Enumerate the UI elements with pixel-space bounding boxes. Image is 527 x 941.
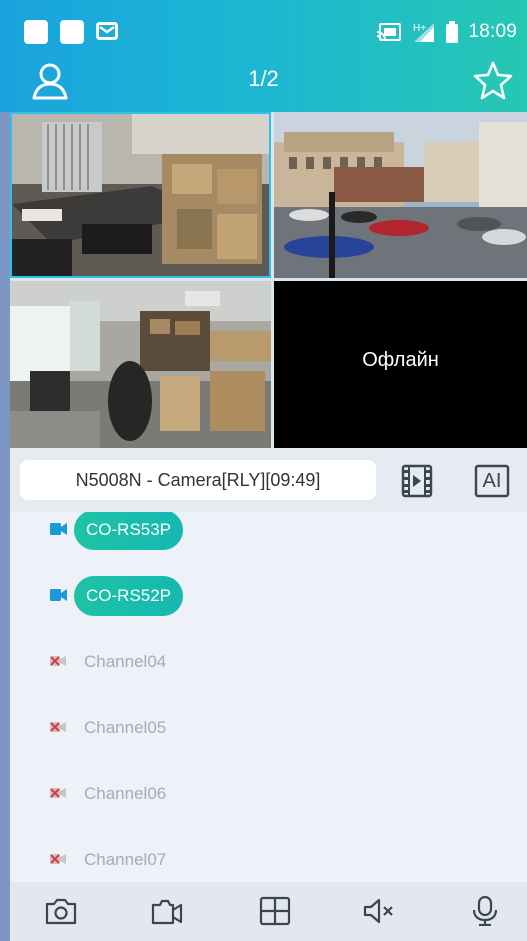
offline-label: Офлайн: [362, 349, 439, 371]
left-edge: [0, 112, 10, 941]
camera-name-field[interactable]: N5008N - Camera[RLY][09:49]: [20, 460, 376, 500]
channel-row[interactable]: Channel07: [10, 840, 527, 880]
camera-tile-1[interactable]: [10, 112, 271, 278]
camera-tile-3[interactable]: [10, 281, 271, 448]
camera-offline-icon: [50, 722, 66, 732]
channel-label: CO-RS53P: [74, 512, 184, 550]
channel-row[interactable]: Channel05: [10, 708, 527, 748]
status-bar: H+ 18:09: [0, 0, 527, 54]
camera-feed-office: [12, 114, 269, 276]
battery-icon: [446, 21, 459, 43]
channel-row[interactable]: CO-RS52P: [10, 576, 527, 616]
video-camera-icon: [50, 523, 67, 535]
camera-control-bar: N5008N - Camera[RLY][09:49] AI: [10, 448, 527, 512]
channel-label: Channel06: [84, 784, 167, 803]
top-bar: 1/2: [0, 54, 527, 112]
channel-list: CO-RS53P CO-RS52P Channel04 Channel05 Ch…: [10, 512, 527, 882]
page-indicator: 1/2: [248, 66, 279, 91]
star-icon[interactable]: [473, 60, 513, 100]
bottom-toolbar: [10, 882, 527, 941]
channel-row[interactable]: CO-RS53P: [10, 512, 527, 550]
camera-feed-office-windows: [10, 281, 271, 448]
channel-row[interactable]: Channel04: [10, 642, 527, 682]
channel-label: CO-RS52P: [74, 576, 184, 616]
ai-button[interactable]: AI: [474, 464, 510, 498]
camera-grid: Офлайн: [10, 112, 527, 448]
camera-offline-icon: [50, 788, 66, 798]
svg-text:H+: H+: [413, 23, 426, 34]
channel-row[interactable]: Channel06: [10, 774, 527, 814]
app-root: H+ 18:09 1/2 Офлайн N5008N - Camera[RLY]…: [0, 0, 527, 941]
record-video-icon[interactable]: [150, 896, 184, 926]
channel-label: Channel04: [84, 652, 167, 671]
camera-offline-icon: [50, 656, 66, 666]
camera-tile-4-offline[interactable]: Офлайн: [274, 281, 527, 448]
mute-speaker-icon[interactable]: [362, 896, 396, 926]
status-time: 18:09: [468, 21, 517, 42]
video-camera-icon: [50, 589, 67, 601]
signal-h-plus-icon: H+: [413, 23, 435, 42]
camera-feed-street: [274, 112, 527, 278]
snapshot-camera-icon[interactable]: [44, 896, 78, 926]
header: H+ 18:09 1/2: [0, 0, 527, 112]
cast-icon: [377, 23, 402, 41]
microphone-icon[interactable]: [468, 896, 502, 926]
channel-label: Channel07: [84, 850, 167, 869]
film-icon[interactable]: [400, 464, 434, 498]
app-square-icon: [60, 20, 84, 44]
layout-grid-icon[interactable]: [258, 896, 292, 926]
status-right: H+ 18:09: [376, 20, 517, 44]
camera-tile-2[interactable]: [274, 112, 527, 278]
mail-icon: [96, 22, 118, 40]
app-square-icon: [24, 20, 48, 44]
camera-offline-icon: [50, 854, 66, 864]
ai-label: AI: [482, 470, 502, 492]
channel-label: Channel05: [84, 718, 167, 737]
